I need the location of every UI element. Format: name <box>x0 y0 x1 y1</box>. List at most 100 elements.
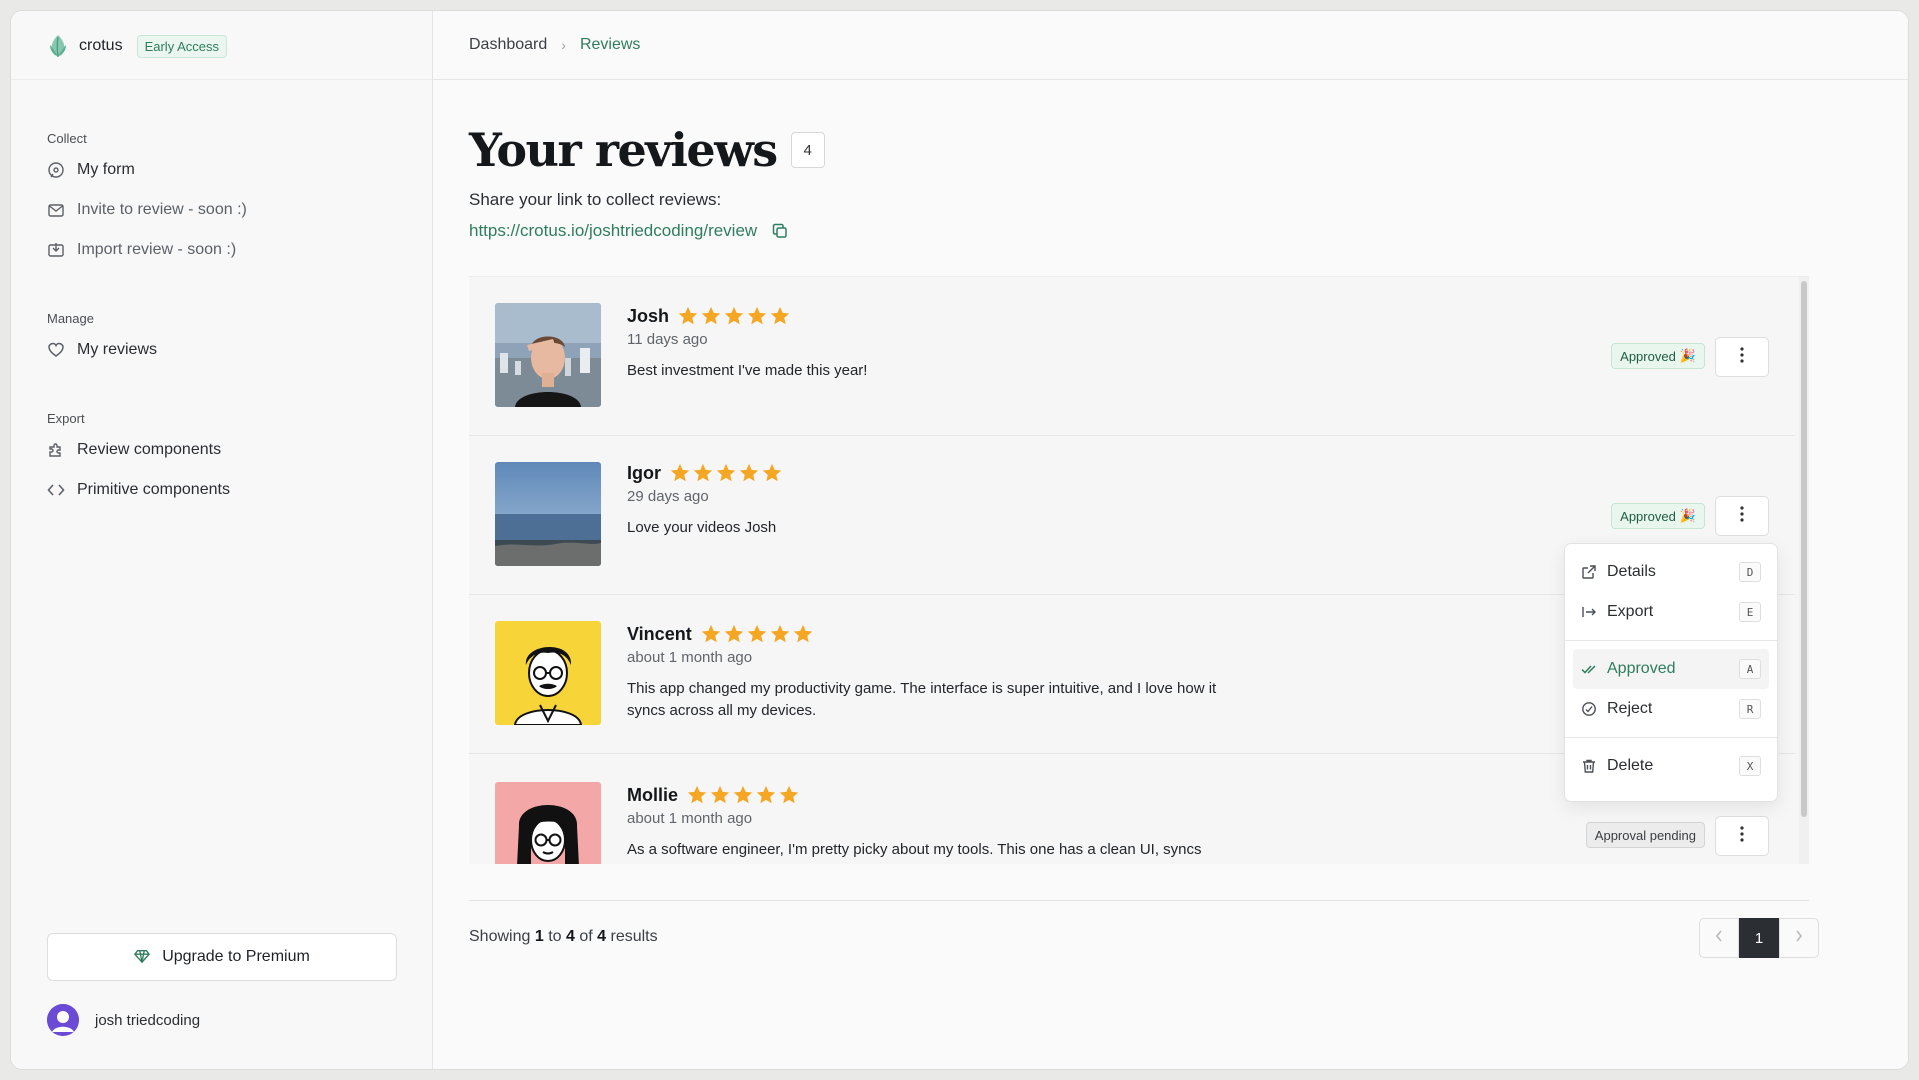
menu-item-label: Delete <box>1607 757 1654 774</box>
crotus-leaf-logo-icon <box>47 33 69 59</box>
menu-item-delete[interactable]: Delete X <box>1573 746 1769 786</box>
sidebar-item-label: My reviews <box>77 341 158 358</box>
review-time: about 1 month ago <box>627 810 753 827</box>
review-body: Igor 29 days ago Love your videos Josh <box>627 462 783 539</box>
status-label: Approved <box>1620 508 1676 524</box>
nav-group-export: Export Review components Primitive compo… <box>47 411 230 518</box>
menu-divider <box>1565 640 1777 641</box>
brand[interactable]: crotus Early Access <box>47 33 227 59</box>
sidebar-item-review-components[interactable]: Review components <box>47 438 230 462</box>
double-check-icon <box>1581 661 1597 677</box>
menu-item-label: Reject <box>1607 700 1653 717</box>
party-popper-icon: 🎉 <box>1679 348 1696 363</box>
prev-page-button[interactable] <box>1699 918 1739 958</box>
star-icon <box>723 305 745 327</box>
sidebar-item-my-form[interactable]: My form <box>47 158 247 182</box>
review-body: Josh 11 days ago Best investment I've ma… <box>627 305 867 382</box>
sidebar-item-label: Primitive components <box>77 481 230 498</box>
menu-item-approved[interactable]: Approved A <box>1573 649 1769 689</box>
menu-item-label: Export <box>1607 603 1654 620</box>
review-actions-menu: Details D Export E Approved A Reject R D… <box>1564 543 1778 802</box>
shortcut-key: X <box>1739 756 1761 776</box>
chevron-left-icon <box>1714 928 1724 949</box>
status-label: Approved <box>1620 348 1676 364</box>
mail-icon <box>47 201 65 219</box>
scrollbar-thumb[interactable] <box>1801 281 1807 817</box>
nav-heading-export: Export <box>47 411 85 426</box>
circle-slash-icon <box>1581 701 1597 717</box>
nav-group-manage: Manage My reviews <box>47 311 157 378</box>
review-time: about 1 month ago <box>627 649 753 666</box>
results-summary: Showing 1 to 4 of 4 results <box>469 928 658 946</box>
reviewer-name: Mollie <box>627 784 679 805</box>
chat-bubble-icon <box>47 161 65 179</box>
breadcrumb-dashboard[interactable]: Dashboard <box>469 36 547 54</box>
sidebar-item-my-reviews[interactable]: My reviews <box>47 338 157 362</box>
star-icon <box>715 462 737 484</box>
reviews-scrollbar[interactable] <box>1799 277 1809 864</box>
sidebar-item-import[interactable]: Import review - soon :) <box>47 238 247 262</box>
sidebar: crotus Early Access Collect My form Invi… <box>11 11 433 1069</box>
upgrade-button[interactable]: Upgrade to Premium <box>47 933 397 981</box>
sidebar-item-label: Invite to review - soon :) <box>77 201 247 218</box>
star-icon <box>769 623 791 645</box>
next-page-button[interactable] <box>1779 918 1819 958</box>
reviewer-photo <box>495 782 601 864</box>
shortcut-key: R <box>1739 699 1761 719</box>
menu-item-reject[interactable]: Reject R <box>1573 689 1769 729</box>
star-icon <box>746 623 768 645</box>
star-icon <box>669 462 691 484</box>
star-icon <box>761 462 783 484</box>
puzzle-icon <box>47 441 65 459</box>
review-text: Best investment I've made this year! <box>627 362 868 379</box>
star-rating <box>669 462 783 484</box>
menu-item-export[interactable]: Export E <box>1573 592 1769 632</box>
code-icon <box>47 481 65 499</box>
shortcut-key: E <box>1739 602 1761 622</box>
reviewer-photo <box>495 462 601 566</box>
star-icon <box>732 784 754 806</box>
more-vertical-icon <box>1740 505 1744 527</box>
breadcrumb: Dashboard › Reviews <box>433 11 1908 80</box>
review-body: Mollie about 1 month ago As a software e… <box>627 784 1202 861</box>
results-to-word: to <box>548 928 562 945</box>
review-text: This app changed my productivity game. T… <box>627 680 1217 719</box>
shortcut-key: D <box>1739 562 1761 582</box>
star-icon <box>769 305 791 327</box>
sidebar-item-invite[interactable]: Invite to review - soon :) <box>47 198 247 222</box>
user-profile[interactable]: josh triedcoding <box>47 1004 200 1036</box>
external-link-icon <box>1581 564 1597 580</box>
review-count-badge: 4 <box>790 132 825 168</box>
page-button-current[interactable]: 1 <box>1739 918 1779 958</box>
breadcrumb-reviews[interactable]: Reviews <box>580 36 640 54</box>
chevron-right-icon <box>1794 928 1804 949</box>
reviewer-name: Vincent <box>627 623 692 644</box>
star-rating <box>686 784 800 806</box>
review-actions-button[interactable] <box>1715 496 1769 536</box>
review-actions-button[interactable] <box>1715 816 1769 856</box>
sidebar-item-label: Import review - soon :) <box>77 241 237 258</box>
nav-heading-manage: Manage <box>47 311 94 326</box>
shortcut-key: A <box>1739 659 1761 679</box>
star-icon <box>692 462 714 484</box>
star-icon <box>709 784 731 806</box>
copy-icon[interactable] <box>771 222 789 240</box>
sidebar-item-primitive-components[interactable]: Primitive components <box>47 478 230 502</box>
review-body: Vincent about 1 month ago This app chang… <box>627 623 1247 722</box>
user-name: josh triedcoding <box>95 1011 201 1029</box>
results-prefix: Showing <box>469 928 531 945</box>
footer-divider <box>469 900 1809 901</box>
import-icon <box>47 241 65 259</box>
review-text: Love your videos Josh <box>627 519 777 536</box>
share-link[interactable]: https://crotus.io/joshtriedcoding/review <box>469 221 757 241</box>
party-popper-icon: 🎉 <box>1679 508 1696 523</box>
review-row[interactable]: Josh 11 days ago Best investment I've ma… <box>469 277 1795 436</box>
reviewer-photo <box>495 621 601 725</box>
share-link-row: https://crotus.io/joshtriedcoding/review <box>469 221 789 241</box>
results-suffix: results <box>610 928 658 945</box>
menu-item-details[interactable]: Details D <box>1573 552 1769 592</box>
reviewer-name: Josh <box>627 305 670 326</box>
star-icon <box>746 305 768 327</box>
review-actions-button[interactable] <box>1715 337 1769 377</box>
share-text: Share your link to collect reviews: <box>469 190 722 209</box>
